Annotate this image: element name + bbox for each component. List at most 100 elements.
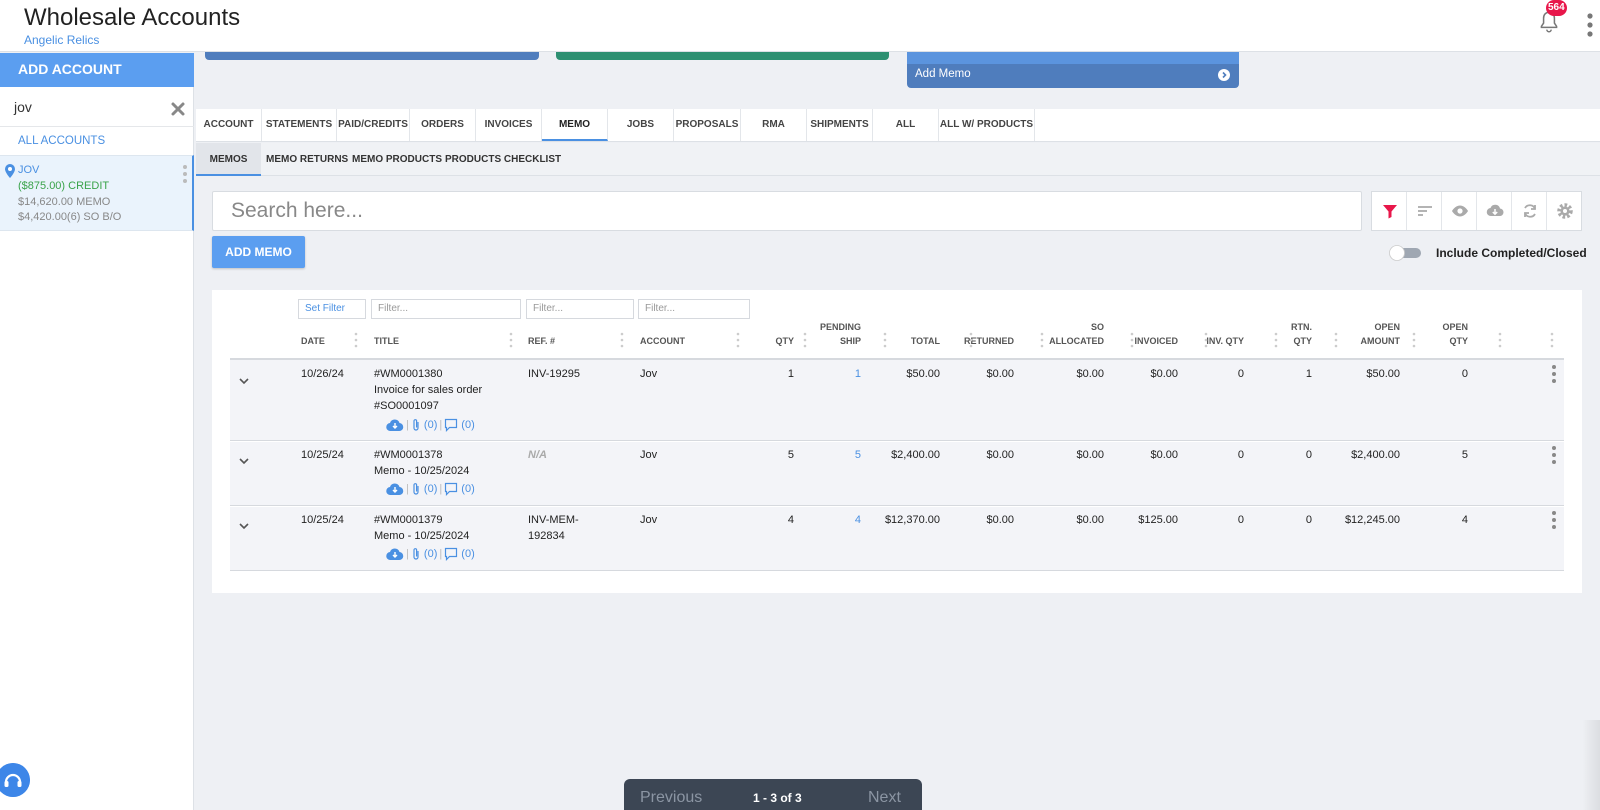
- add-account-button[interactable]: ADD ACCOUNT: [0, 53, 194, 87]
- column-menu-icon[interactable]: [620, 332, 624, 348]
- next-page-button[interactable]: Next: [868, 789, 901, 807]
- column-menu-icon[interactable]: [509, 332, 513, 348]
- account-search-input[interactable]: jov: [14, 99, 32, 115]
- chevron-down-icon[interactable]: [238, 456, 250, 466]
- row-file-count[interactable]: (0): [424, 483, 437, 495]
- column-menu-icon[interactable]: [736, 332, 740, 348]
- account-more-icon[interactable]: [182, 164, 188, 184]
- paperclip-icon[interactable]: [411, 418, 421, 432]
- col-open-amount-1[interactable]: OPEN: [1332, 320, 1400, 334]
- comment-icon[interactable]: [444, 482, 458, 496]
- account-list-item[interactable]: JOV ($875.00) CREDIT $14,620.00 MEMO $4,…: [0, 155, 194, 231]
- table-row[interactable]: 10/25/24 #WM0001378 Memo - 10/25/2024 N/…: [230, 442, 1564, 506]
- tab-shipments[interactable]: SHIPMENTS: [807, 109, 873, 141]
- table-row[interactable]: 10/25/24 #WM0001379 Memo - 10/25/2024 IN…: [230, 507, 1564, 571]
- paperclip-icon[interactable]: [411, 547, 421, 561]
- col-total[interactable]: TOTAL: [884, 334, 940, 348]
- tab-account[interactable]: ACCOUNT: [196, 109, 262, 141]
- chevron-down-icon[interactable]: [238, 376, 250, 386]
- paperclip-icon[interactable]: [411, 482, 421, 496]
- row-title[interactable]: #WM0001378: [374, 447, 443, 463]
- download-button[interactable]: [1477, 192, 1512, 230]
- col-pending-ship-1[interactable]: PENDING: [817, 320, 861, 334]
- account-filter-input[interactable]: Filter...: [638, 299, 750, 319]
- row-pending-ship[interactable]: 4: [817, 512, 861, 528]
- subtab-memo-returns[interactable]: MEMO RETURNS: [266, 143, 348, 176]
- col-returned[interactable]: RETURNED: [952, 334, 1014, 348]
- row-more-icon[interactable]: [1551, 445, 1557, 465]
- column-menu-icon[interactable]: [1412, 332, 1416, 348]
- tab-orders[interactable]: ORDERS: [410, 109, 476, 141]
- col-ref[interactable]: REF. #: [528, 334, 555, 348]
- row-file-count[interactable]: (0): [424, 548, 437, 560]
- tab-invoices[interactable]: INVOICES: [476, 109, 542, 141]
- previous-page-button[interactable]: Previous: [640, 789, 702, 807]
- row-more-icon[interactable]: [1551, 364, 1557, 384]
- more-vert-icon[interactable]: [1586, 12, 1594, 38]
- col-invoiced[interactable]: INVOICED: [1116, 334, 1178, 348]
- column-menu-icon[interactable]: [1040, 332, 1044, 348]
- tab-statements[interactable]: STATEMENTS: [262, 109, 337, 141]
- col-date[interactable]: DATE: [301, 334, 325, 348]
- tab-paid-credits[interactable]: PAID/CREDITS: [337, 109, 410, 141]
- filter-button[interactable]: [1372, 192, 1407, 230]
- col-so-allocated-1[interactable]: SO: [1034, 320, 1104, 334]
- cloud-download-icon[interactable]: [386, 547, 404, 561]
- row-file-count[interactable]: (0): [424, 419, 437, 431]
- tab-all-with-products[interactable]: ALL W/ PRODUCTS: [939, 109, 1035, 141]
- ref-filter-input[interactable]: Filter...: [526, 299, 634, 319]
- col-open-qty-1[interactable]: OPEN: [1422, 320, 1468, 334]
- column-menu-icon[interactable]: [354, 332, 358, 348]
- memo-search[interactable]: [212, 191, 1362, 231]
- help-support-icon[interactable]: [0, 763, 30, 797]
- sort-button[interactable]: [1407, 192, 1442, 230]
- row-title[interactable]: #WM0001380: [374, 366, 443, 382]
- subtab-products-checklist[interactable]: PRODUCTS CHECKLIST: [445, 143, 561, 176]
- summary-card-1[interactable]: [205, 52, 539, 60]
- col-open-amount-2[interactable]: AMOUNT: [1332, 334, 1401, 348]
- row-comment-count[interactable]: (0): [461, 419, 474, 431]
- tab-jobs[interactable]: JOBS: [608, 109, 674, 141]
- row-comment-count[interactable]: (0): [461, 548, 474, 560]
- refresh-button[interactable]: [1512, 192, 1547, 230]
- tab-all[interactable]: ALL: [873, 109, 939, 141]
- set-filter-button[interactable]: Set Filter: [298, 299, 366, 319]
- account-search[interactable]: jov: [0, 91, 194, 127]
- column-menu-icon[interactable]: [1130, 332, 1134, 348]
- col-account[interactable]: ACCOUNT: [640, 334, 685, 348]
- column-menu-icon[interactable]: [803, 332, 807, 348]
- column-menu-icon[interactable]: [1334, 332, 1338, 348]
- col-inv-qty[interactable]: INV. QTY: [1192, 334, 1244, 348]
- col-rtn-qty-2[interactable]: QTY: [1262, 334, 1312, 348]
- include-closed-toggle[interactable]: [1388, 245, 1422, 261]
- summary-card-2[interactable]: [556, 52, 889, 60]
- memo-summary-card[interactable]: Add Memo: [907, 52, 1239, 88]
- column-menu-icon[interactable]: [1550, 332, 1554, 348]
- tab-proposals[interactable]: PROPOSALS: [674, 109, 741, 141]
- row-comment-count[interactable]: (0): [461, 483, 474, 495]
- all-accounts-link[interactable]: ALL ACCOUNTS: [18, 135, 105, 147]
- row-more-icon[interactable]: [1551, 510, 1557, 530]
- column-menu-icon[interactable]: [1204, 332, 1208, 348]
- comment-icon[interactable]: [444, 547, 458, 561]
- cloud-download-icon[interactable]: [386, 482, 404, 496]
- col-so-allocated-2[interactable]: ALLOCATED: [1034, 334, 1104, 348]
- row-pending-ship[interactable]: 5: [817, 447, 861, 463]
- add-memo-link[interactable]: Add Memo: [915, 68, 971, 80]
- tab-rma[interactable]: RMA: [741, 109, 807, 141]
- tab-memo[interactable]: MEMO: [542, 109, 608, 141]
- title-filter-input[interactable]: Filter...: [371, 299, 521, 319]
- column-menu-icon[interactable]: [1274, 332, 1278, 348]
- comment-icon[interactable]: [444, 418, 458, 432]
- chevron-down-icon[interactable]: [238, 521, 250, 531]
- row-title[interactable]: #WM0001379: [374, 512, 443, 528]
- table-row[interactable]: 10/26/24 #WM0001380 Invoice for sales or…: [230, 360, 1564, 441]
- add-memo-button[interactable]: ADD MEMO: [212, 236, 305, 268]
- memo-search-input[interactable]: [213, 192, 1361, 230]
- col-title[interactable]: TITLE: [374, 334, 399, 348]
- col-pending-ship-2[interactable]: SHIP: [817, 334, 861, 348]
- settings-button[interactable]: [1547, 192, 1582, 230]
- chevron-right-circle-icon[interactable]: [1218, 69, 1230, 81]
- cloud-download-icon[interactable]: [386, 418, 404, 432]
- page-subtitle[interactable]: Angelic Relics: [24, 33, 99, 47]
